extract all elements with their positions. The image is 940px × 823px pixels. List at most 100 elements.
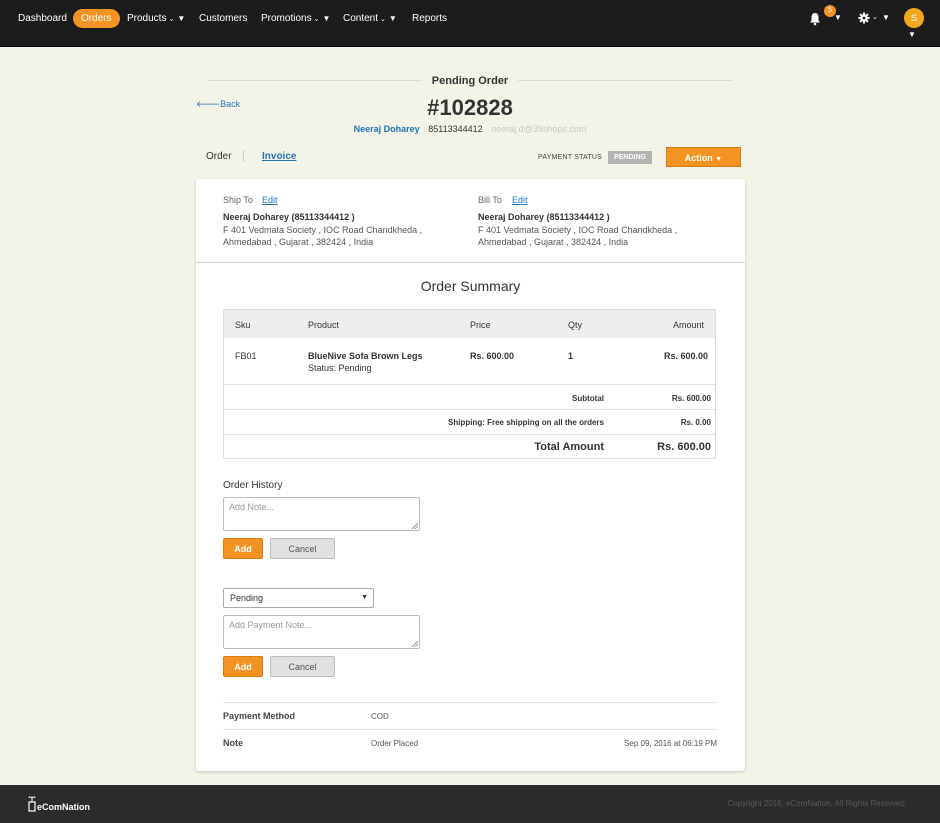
ship-to-address-line2: Ahmedabad , Gujarat , 382424 , India bbox=[223, 237, 374, 247]
item-qty: 1 bbox=[568, 351, 574, 361]
top-nav: Dashboard Orders Products ⌄ ▼ Customers Pr… bbox=[0, 0, 940, 47]
item-product-name: BlueNive Sofa Brown Legs bbox=[308, 351, 423, 361]
resize-handle[interactable] bbox=[412, 523, 418, 529]
nav-customers[interactable]: Customers bbox=[191, 9, 255, 28]
column-product: Product bbox=[308, 320, 340, 330]
nav-products[interactable]: Products ⌄ ▼ bbox=[119, 9, 193, 28]
footer: eComNation Copyright 2016, eComNation. A… bbox=[0, 785, 940, 823]
item-price: Rs. 600.00 bbox=[470, 351, 515, 361]
payment-method-value: COD bbox=[371, 712, 389, 721]
avatar[interactable]: S bbox=[904, 8, 924, 28]
order-summary-table: Sku Product Price Qty Amount FB01 BlueNi… bbox=[223, 309, 716, 459]
bill-to-edit-link[interactable]: Edit bbox=[512, 195, 528, 205]
row-divider bbox=[224, 434, 715, 435]
gear-icon[interactable] bbox=[858, 12, 870, 24]
order-number: #102828 bbox=[427, 95, 513, 120]
nav-content-label: Content bbox=[343, 13, 379, 24]
nav-orders[interactable]: Orders bbox=[73, 9, 120, 28]
nav-promotions[interactable]: Promotions ⌄ ▼ bbox=[253, 9, 338, 28]
payment-method-label: Payment Method bbox=[223, 711, 296, 721]
triangle-down-icon: ▼ bbox=[322, 14, 331, 23]
note-value: Order Placed bbox=[371, 739, 419, 748]
payment-note-input[interactable]: Add Payment Note... bbox=[223, 615, 420, 649]
ship-to-label: Ship To bbox=[223, 195, 253, 205]
nav-dashboard[interactable]: Dashboard bbox=[10, 9, 75, 28]
column-price: Price bbox=[470, 320, 491, 330]
add-payment-note-button[interactable]: Add bbox=[223, 656, 263, 677]
item-status: Status: Pending bbox=[308, 363, 372, 373]
nav-content[interactable]: Content ⌄ ▼ bbox=[335, 9, 405, 28]
nav-orders-label: Orders bbox=[81, 13, 112, 24]
order-note-placeholder: Add Note... bbox=[229, 502, 275, 512]
nav-reports[interactable]: Reports bbox=[404, 9, 455, 28]
shipping-value: Rs. 0.00 bbox=[680, 418, 711, 427]
nav-dashboard-label: Dashboard bbox=[18, 13, 67, 24]
info-divider bbox=[223, 729, 717, 730]
bill-to-address-line1: F 401 Vedmata Society , IOC Road Chandkh… bbox=[478, 225, 678, 235]
info-divider bbox=[223, 702, 717, 703]
bill-to-label: Bill To bbox=[478, 195, 502, 205]
add-note-button[interactable]: Add bbox=[223, 538, 263, 559]
order-status-title: Pending Order bbox=[0, 75, 940, 87]
ship-to-edit-link[interactable]: Edit bbox=[262, 195, 278, 205]
total-value: Rs. 600.00 bbox=[657, 441, 711, 453]
subtotal-value: Rs. 600.00 bbox=[671, 394, 711, 403]
column-qty: Qty bbox=[568, 320, 583, 330]
tab-order[interactable]: Order bbox=[206, 151, 232, 162]
card-divider bbox=[196, 262, 745, 263]
order-card: Ship To Edit Neeraj Doharey (85113344412… bbox=[196, 179, 745, 771]
total-label: Total Amount bbox=[534, 441, 604, 453]
bill-to-address-line2: Ahmedabad , Gujarat , 382424 , India bbox=[478, 237, 629, 247]
cancel-note-button[interactable]: Cancel bbox=[270, 538, 335, 559]
column-sku: Sku bbox=[235, 320, 251, 330]
item-amount: Rs. 600.00 bbox=[663, 351, 708, 361]
triangle-down-icon: ▼ bbox=[388, 14, 397, 23]
note-date: Sep 09, 2016 at 06:19 PM bbox=[624, 739, 717, 748]
bill-to-name: Neeraj Doharey (85113344412 ) bbox=[478, 212, 610, 222]
triangle-down-icon: ▼ bbox=[177, 14, 186, 23]
order-summary-title: Order Summary bbox=[420, 278, 521, 294]
customer-phone: 85113344412 bbox=[428, 124, 483, 134]
caret-down-icon: ⌄ bbox=[380, 16, 386, 23]
tab-divider bbox=[243, 150, 244, 162]
note-label: Note bbox=[223, 738, 243, 748]
customer-email: neeraj.d@39shops.com bbox=[491, 124, 587, 134]
cancel-payment-note-button[interactable]: Cancel bbox=[270, 656, 335, 677]
payment-status-select[interactable]: Pending ▼ bbox=[223, 588, 374, 608]
footer-brand: eComNation bbox=[37, 802, 91, 812]
triangle-down-icon[interactable]: ▼ bbox=[834, 13, 842, 22]
footer-copyright: Copyright 2016, eComNation. All Rights R… bbox=[727, 799, 907, 808]
row-divider bbox=[224, 384, 715, 385]
triangle-down-icon[interactable]: ▼ bbox=[908, 30, 916, 39]
bell-icon[interactable] bbox=[809, 12, 821, 26]
table-header: Sku Product Price Qty Amount bbox=[224, 310, 715, 338]
triangle-down-icon: ▼ bbox=[361, 594, 368, 601]
nav-customers-label: Customers bbox=[199, 13, 248, 24]
column-amount: Amount bbox=[672, 320, 704, 330]
customer-info: Neeraj Doharey 85113344412 neeraj.d@39sh… bbox=[0, 124, 940, 134]
item-sku: FB01 bbox=[235, 351, 257, 361]
nav-promotions-label: Promotions bbox=[261, 13, 312, 24]
nav-reports-label: Reports bbox=[412, 13, 448, 24]
payment-status-badge: PENDING bbox=[608, 151, 652, 164]
order-status-title-text: Pending Order bbox=[421, 75, 519, 87]
caret-down-icon[interactable]: ⌄ bbox=[872, 13, 878, 21]
payment-status-label: PAYMENT STATUS bbox=[538, 154, 602, 161]
ship-to-address-line1: F 401 Vedmata Society , IOC Road Chandkh… bbox=[223, 225, 423, 235]
tab-invoice[interactable]: Invoice bbox=[262, 151, 296, 162]
action-button[interactable]: Action ▼ bbox=[666, 147, 741, 167]
caret-down-icon: ⌄ bbox=[168, 16, 175, 23]
resize-handle[interactable] bbox=[412, 641, 418, 647]
payment-status-selected: Pending bbox=[230, 593, 264, 603]
row-divider bbox=[224, 409, 715, 410]
shipping-label: Shipping: Free shipping on all the order… bbox=[447, 418, 604, 427]
nav-products-label: Products bbox=[127, 13, 167, 24]
payment-note-placeholder: Add Payment Note... bbox=[229, 620, 313, 630]
subtotal-label: Subtotal bbox=[572, 394, 604, 403]
triangle-down-icon[interactable]: ▼ bbox=[882, 13, 890, 22]
triangle-down-icon: ▼ bbox=[715, 156, 723, 163]
customer-name-link[interactable]: Neeraj Doharey bbox=[354, 124, 420, 134]
order-note-input[interactable]: Add Note... bbox=[223, 497, 420, 531]
ship-to-name: Neeraj Doharey (85113344412 ) bbox=[223, 212, 355, 222]
action-label: Action bbox=[684, 153, 713, 163]
